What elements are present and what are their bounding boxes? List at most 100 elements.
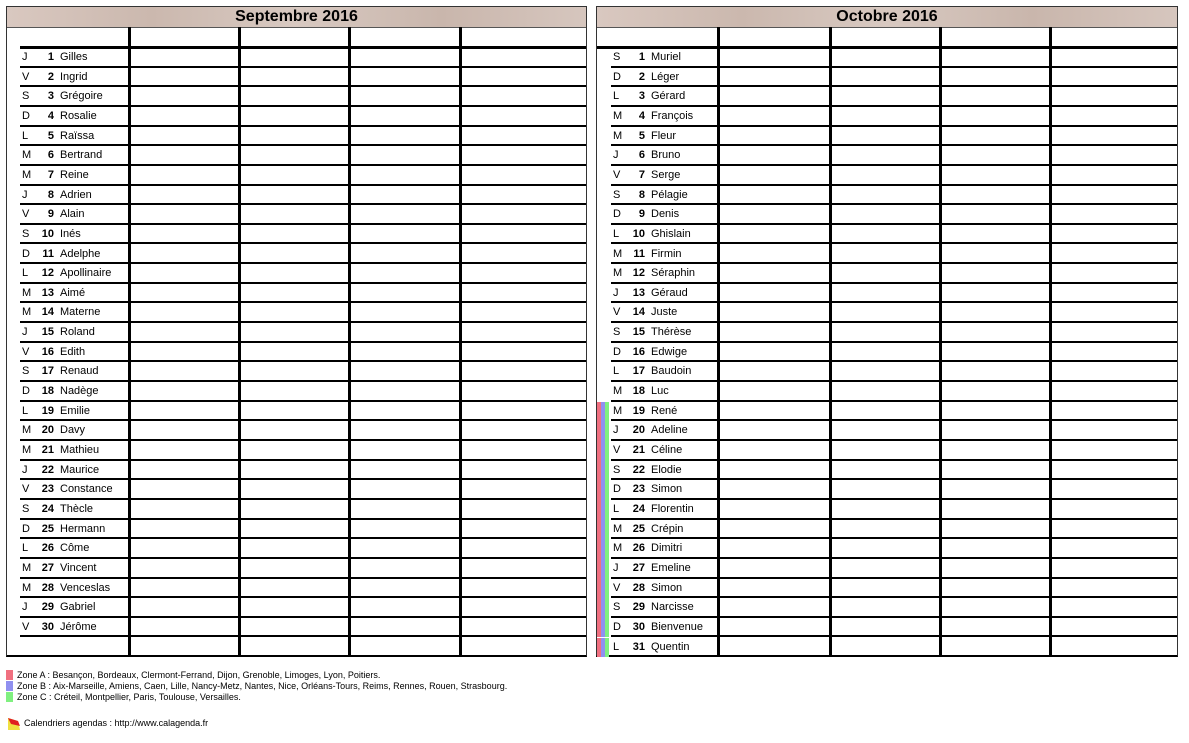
- day-row[interactable]: S 3 Grégoire: [20, 87, 586, 107]
- day-row[interactable]: M 6 Bertrand: [20, 146, 586, 166]
- day-number: 25: [41, 522, 54, 535]
- saint-name: Nadège: [60, 385, 99, 398]
- day-row[interactable]: M 5 Fleur: [611, 127, 1177, 147]
- day-row[interactable]: J 1 Gilles: [20, 48, 586, 68]
- day-row[interactable]: M 13 Aimé: [20, 284, 586, 304]
- day-row[interactable]: S 24 Thècle: [20, 500, 586, 520]
- day-number: 26: [632, 542, 645, 555]
- day-number: 6: [638, 149, 645, 162]
- day-row[interactable]: D 2 Léger: [611, 68, 1177, 88]
- day-row[interactable]: V 16 Edith: [20, 343, 586, 363]
- month-title: Octobre 2016: [597, 7, 1177, 28]
- day-row[interactable]: M 4 François: [611, 107, 1177, 127]
- zone-c-bar: [605, 558, 609, 579]
- zone-b-text: Zone B : Aix-Marseille, Amiens, Caen, Li…: [17, 681, 508, 691]
- day-row[interactable]: L 17 Baudoin: [611, 362, 1177, 383]
- day-row[interactable]: D 30 Bienvenue: [597, 617, 1177, 638]
- saint-name: Vincent: [60, 561, 97, 574]
- day-row[interactable]: S 8 Pélagie: [611, 186, 1177, 206]
- day-row[interactable]: S 1 Muriel: [611, 48, 1177, 68]
- day-row[interactable]: V 7 Serge: [611, 166, 1177, 186]
- day-row[interactable]: V 9 Alain: [20, 205, 586, 225]
- day-row[interactable]: S 10 Inés: [20, 225, 586, 245]
- month-october: Octobre 2016 S 1 Muriel D 2 Léger L 3 Gérard M 4 Fra…: [596, 6, 1178, 658]
- saint-name: Juste: [651, 306, 678, 319]
- day-row[interactable]: M 21 Mathieu: [20, 441, 586, 461]
- day-row[interactable]: J 15 Roland: [20, 323, 586, 343]
- saint-name: Aimé: [60, 286, 86, 299]
- day-row[interactable]: J 27 Emeline: [597, 558, 1177, 579]
- day-row[interactable]: M 18 Luc: [611, 382, 1177, 402]
- day-number: 4: [47, 109, 54, 122]
- zone-b-swatch: [6, 681, 13, 691]
- day-row[interactable]: L 5 Raïssa: [20, 127, 586, 147]
- day-row[interactable]: J 13 Géraud: [611, 284, 1177, 304]
- day-row[interactable]: L 24 Florentin: [597, 499, 1177, 520]
- saint-name: Côme: [60, 542, 90, 555]
- day-row[interactable]: L 31 Quentin: [597, 637, 1177, 658]
- saint-name: Apollinaire: [60, 267, 112, 280]
- weekday: D: [22, 247, 30, 260]
- day-row[interactable]: V 30 Jérôme: [20, 618, 586, 638]
- weekday: S: [613, 188, 621, 201]
- day-row[interactable]: V 28 Simon: [597, 578, 1177, 599]
- day-row[interactable]: M 12 Séraphin: [611, 264, 1177, 284]
- saint-name: Quentin: [651, 640, 690, 653]
- day-row[interactable]: D 9 Denis: [611, 205, 1177, 225]
- day-row[interactable]: J 6 Bruno: [611, 146, 1177, 166]
- day-row[interactable]: M 28 Venceslas: [20, 579, 586, 599]
- weekday: V: [22, 345, 30, 358]
- day-row[interactable]: L 10 Ghislain: [611, 225, 1177, 245]
- day-row[interactable]: D 23 Simon: [597, 480, 1177, 500]
- day-row[interactable]: M 20 Davy: [20, 421, 586, 441]
- day-row[interactable]: M 25 Crépin: [597, 519, 1177, 540]
- day-row[interactable]: S 15 Thérèse: [611, 323, 1177, 343]
- zone-c-bar: [605, 617, 609, 638]
- day-row[interactable]: L 3 Gérard: [611, 87, 1177, 107]
- weekday: L: [22, 542, 29, 555]
- day-row[interactable]: D 18 Nadège: [20, 382, 586, 402]
- day-row[interactable]: S 22 Elodie: [597, 460, 1177, 481]
- day-number: 18: [41, 385, 54, 398]
- saint-name: Dimitri: [651, 542, 683, 555]
- legend-zone-a: Zone A : Besançon, Bordeaux, Clermont-Fe…: [6, 670, 380, 681]
- day-row[interactable]: L 26 Côme: [20, 539, 586, 559]
- weekday: M: [613, 247, 623, 260]
- day-row[interactable]: D 4 Rosalie: [20, 107, 586, 127]
- day-row[interactable]: J 8 Adrien: [20, 186, 586, 206]
- day-row[interactable]: L 19 Emilie: [20, 402, 586, 422]
- day-row[interactable]: V 14 Juste: [611, 303, 1177, 324]
- day-row[interactable]: M 7 Reine: [20, 166, 586, 186]
- saint-name: Venceslas: [60, 581, 111, 594]
- saint-name: Elodie: [651, 463, 682, 476]
- day-row[interactable]: M 19 René: [597, 401, 1177, 422]
- day-row[interactable]: M 11 Firmin: [611, 245, 1177, 265]
- day-row[interactable]: S 17 Renaud: [20, 362, 586, 383]
- day-row[interactable]: J 22 Maurice: [20, 461, 586, 481]
- day-row[interactable]: J 29 Gabriel: [20, 598, 586, 618]
- day-row[interactable]: M 27 Vincent: [20, 559, 586, 579]
- weekday: D: [613, 620, 621, 633]
- day-row[interactable]: L 12 Apollinaire: [20, 264, 586, 284]
- day-number: 12: [41, 267, 54, 280]
- day-row[interactable]: D 11 Adelphe: [20, 245, 586, 265]
- day-row[interactable]: M 26 Dimitri: [597, 539, 1177, 559]
- day-row[interactable]: V 2 Ingrid: [20, 68, 586, 88]
- day-number: 1: [47, 51, 54, 63]
- day-row[interactable]: D 16 Edwige: [611, 343, 1177, 363]
- day-number: 3: [47, 90, 54, 103]
- day-row[interactable]: V 21 Céline: [597, 441, 1177, 461]
- day-row[interactable]: M 14 Materne: [20, 303, 586, 324]
- credit-text[interactable]: Calendriers agendas : http://www.calagen…: [24, 718, 208, 728]
- saint-name: Serge: [651, 168, 681, 181]
- day-row[interactable]: V 23 Constance: [20, 480, 586, 500]
- saint-name: Céline: [651, 444, 683, 456]
- day-row[interactable]: S 29 Narcisse: [597, 598, 1177, 618]
- day-row[interactable]: J 20 Adeline: [597, 421, 1177, 441]
- day-row[interactable]: D 25 Hermann: [20, 520, 586, 540]
- day-number: 29: [41, 601, 54, 614]
- day-number: 25: [632, 522, 645, 535]
- day-number: 21: [41, 444, 54, 456]
- saint-name: Pélagie: [651, 188, 688, 201]
- weekday: J: [22, 463, 28, 476]
